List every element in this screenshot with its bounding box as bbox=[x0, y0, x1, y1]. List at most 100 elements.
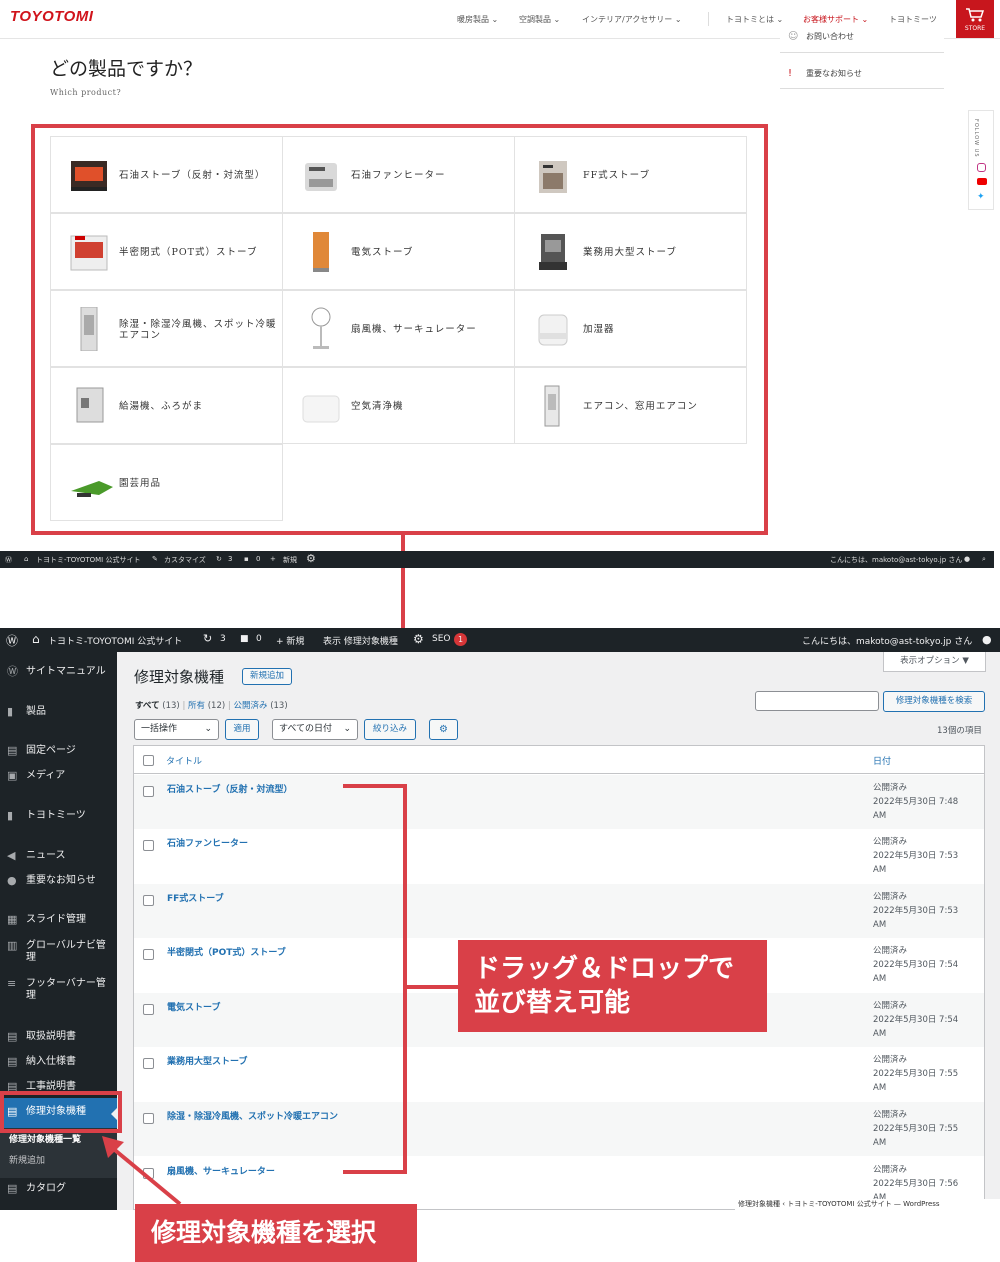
youtube-icon[interactable] bbox=[977, 178, 987, 185]
nav-heating[interactable]: 暖房製品 ⌄ bbox=[457, 14, 498, 25]
customize-link[interactable]: カスタマイズ bbox=[164, 555, 206, 565]
row-title-link[interactable]: 電気ストーブ bbox=[167, 1000, 220, 1013]
toyotomi-logo[interactable]: TOYOTOMI bbox=[10, 8, 93, 25]
row-title-link[interactable]: 除湿・除湿冷風機、スポット冷暖エアコン bbox=[167, 1109, 338, 1122]
row-datetime: 2022年5月30日 7:48 bbox=[873, 797, 959, 807]
search-input[interactable] bbox=[755, 691, 879, 711]
row-checkbox[interactable] bbox=[143, 949, 154, 960]
sidebar-label: フッターバナー管理 bbox=[26, 978, 106, 1001]
page-title: 修理対象機種 bbox=[134, 668, 225, 686]
bulk-actions-select[interactable]: 一括操作 ⌄ bbox=[134, 719, 219, 740]
updates-count[interactable]: 3 bbox=[220, 634, 226, 644]
nav-toyotomeets[interactable]: トヨトミーツ bbox=[889, 14, 937, 25]
layout-icon: ▥ bbox=[7, 939, 18, 952]
nav-support[interactable]: お客様サポート ⌄ bbox=[803, 14, 868, 25]
comments-count[interactable]: 0 bbox=[256, 634, 262, 644]
row-checkbox[interactable] bbox=[143, 786, 154, 797]
gear-icon[interactable]: ⚙ bbox=[306, 552, 316, 565]
chevron-down-icon: ⌄ bbox=[343, 724, 351, 734]
row-title-link[interactable]: 業務用大型ストーブ bbox=[167, 1054, 247, 1067]
select-all-checkbox[interactable] bbox=[143, 755, 154, 766]
row-title-link[interactable]: FF式ストーブ bbox=[167, 891, 224, 904]
table-row[interactable]: FF式ストーブ 公開済み 2022年5月30日 7:53 AM bbox=[134, 884, 984, 938]
view-link[interactable]: 表示 修理対象機種 bbox=[323, 634, 398, 647]
sidebar-item-global-nav[interactable]: ▥ グローバルナビ管理 bbox=[0, 940, 112, 964]
sidebar-item-slides[interactable]: ▦ スライド管理 bbox=[0, 914, 117, 926]
row-status: 公開済み bbox=[873, 946, 908, 956]
nav-about[interactable]: トヨトミとは ⌄ bbox=[726, 14, 783, 25]
twitter-icon[interactable]: ✦ bbox=[977, 192, 985, 202]
comments-count[interactable]: 0 bbox=[256, 555, 260, 563]
greeting[interactable]: こんにちは、makoto@ast-tokyo.jp さん bbox=[802, 634, 972, 647]
sidebar-label: カタログ bbox=[26, 1183, 66, 1194]
sidebar-item-manuals[interactable]: ▤ 取扱説明書 bbox=[0, 1031, 117, 1043]
search-button[interactable]: 修理対象機種を検索 bbox=[883, 691, 985, 712]
sidebar-label: 重要なお知らせ bbox=[26, 875, 96, 886]
updates-count[interactable]: 3 bbox=[228, 555, 232, 563]
row-title-link[interactable]: 半密閉式（POT式）ストーブ bbox=[167, 945, 286, 958]
dropdown-item-contact[interactable]: ☺ お問い合わせ bbox=[780, 27, 944, 53]
view-published[interactable]: 公開済み bbox=[233, 701, 267, 711]
screen-options-button[interactable]: 表示オプション ▼ bbox=[883, 652, 986, 672]
chevron-down-icon: ⌄ bbox=[553, 15, 561, 24]
sidebar-item-pages[interactable]: ▤ 固定ページ bbox=[0, 745, 117, 757]
sidebar-item-notices[interactable]: ● 重要なお知らせ bbox=[0, 875, 117, 887]
sidebar-item-footer-banner[interactable]: ≡ フッターバナー管理 bbox=[0, 978, 112, 1002]
view-mine[interactable]: 所有 bbox=[188, 701, 205, 711]
gear-icon[interactable]: ⚙ bbox=[429, 719, 458, 740]
nav-label: 空調製品 bbox=[519, 15, 551, 24]
column-title[interactable]: タイトル bbox=[166, 754, 202, 767]
wordpress-icon[interactable]: Ⓦ bbox=[6, 632, 18, 649]
chevron-down-icon: ⌄ bbox=[204, 724, 212, 734]
bracket-line bbox=[403, 784, 407, 1174]
column-date[interactable]: 日付 bbox=[873, 754, 891, 767]
home-icon[interactable]: ⌂ bbox=[24, 555, 28, 563]
row-checkbox[interactable] bbox=[143, 1113, 154, 1124]
wordpress-icon[interactable]: Ⓦ bbox=[5, 555, 12, 565]
row-checkbox[interactable] bbox=[143, 895, 154, 906]
greeting[interactable]: こんにちは、makoto@ast-tokyo.jp さん bbox=[830, 555, 962, 565]
sidebar-item-manual[interactable]: Ⓦ サイトマニュアル bbox=[0, 666, 117, 678]
new-link[interactable]: 新規 bbox=[283, 555, 297, 565]
apply-button[interactable]: 適用 bbox=[225, 719, 259, 740]
date-filter-select[interactable]: すべての日付 ⌄ bbox=[272, 719, 358, 740]
new-link[interactable]: + 新規 bbox=[276, 634, 304, 647]
store-button[interactable]: STORE bbox=[956, 0, 994, 38]
admin-bar-mini: Ⓦ ⌂ トヨトミ-TOYOTOMI 公式サイト ✎ カスタマイズ ↻ 3 ▪ 0… bbox=[0, 551, 994, 568]
sidebar-item-specs[interactable]: ▤ 納入仕様書 bbox=[0, 1056, 117, 1068]
site-name[interactable]: トヨトミ-TOYOTOMI 公式サイト bbox=[36, 555, 140, 565]
table-row[interactable]: 業務用大型ストーブ 公開済み 2022年5月30日 7:55 AM bbox=[134, 1047, 984, 1101]
table-row[interactable]: 除湿・除湿冷風機、スポット冷暖エアコン 公開済み 2022年5月30日 7:55 AM bbox=[134, 1102, 984, 1156]
support-dropdown: ☺ お問い合わせ ! 重要なお知らせ bbox=[780, 31, 944, 94]
site-name[interactable]: トヨトミ-TOYOTOMI 公式サイト bbox=[48, 634, 182, 647]
row-date: 公開済み 2022年5月30日 7:53 AM bbox=[873, 890, 958, 932]
add-new-button[interactable]: 新規追加 bbox=[242, 668, 292, 685]
row-title-link[interactable]: 石油ストーブ（反射・対流型） bbox=[167, 782, 292, 795]
dropdown-item-notice[interactable]: ! 重要なお知らせ bbox=[780, 59, 944, 89]
nav-aircon[interactable]: 空調製品 ⌄ bbox=[519, 14, 560, 25]
table-row[interactable]: 石油ファンヒーター 公開済み 2022年5月30日 7:53 AM bbox=[134, 829, 984, 883]
view-all[interactable]: すべて bbox=[135, 701, 160, 711]
bracket-bottom bbox=[343, 1170, 407, 1174]
post-icon: ▮ bbox=[7, 809, 14, 822]
seo-icon: ⚙ bbox=[413, 632, 424, 646]
row-checkbox[interactable] bbox=[143, 1058, 154, 1069]
instagram-icon[interactable] bbox=[977, 163, 986, 172]
row-checkbox[interactable] bbox=[143, 1004, 154, 1015]
seo-link[interactable]: SEO bbox=[432, 634, 450, 644]
sidebar-item-news[interactable]: ◀ ニュース bbox=[0, 850, 117, 862]
table-row[interactable]: 石油ストーブ（反射・対流型） 公開済み 2022年5月30日 7:48 AM bbox=[134, 775, 984, 829]
row-title-link[interactable]: 石油ファンヒーター bbox=[167, 836, 248, 849]
search-icon[interactable]: ⌕ bbox=[982, 555, 986, 564]
dropdown-label: お問い合わせ bbox=[806, 32, 854, 41]
nav-interior[interactable]: インテリア/アクセサリー ⌄ bbox=[582, 14, 682, 25]
sidebar-item-toyotomeets[interactable]: ▮ トヨトミーツ bbox=[0, 810, 117, 822]
sidebar-item-products[interactable]: ▮ 製品 bbox=[0, 706, 117, 718]
avatar-icon[interactable]: ● bbox=[982, 633, 992, 646]
row-checkbox[interactable] bbox=[143, 840, 154, 851]
sidebar-item-media[interactable]: ▣ メディア bbox=[0, 770, 117, 782]
avatar-icon[interactable]: ● bbox=[964, 555, 970, 563]
sidebar-label: 製品 bbox=[26, 706, 46, 717]
filter-button[interactable]: 絞り込み bbox=[364, 719, 416, 740]
alert-icon: ● bbox=[7, 874, 17, 887]
